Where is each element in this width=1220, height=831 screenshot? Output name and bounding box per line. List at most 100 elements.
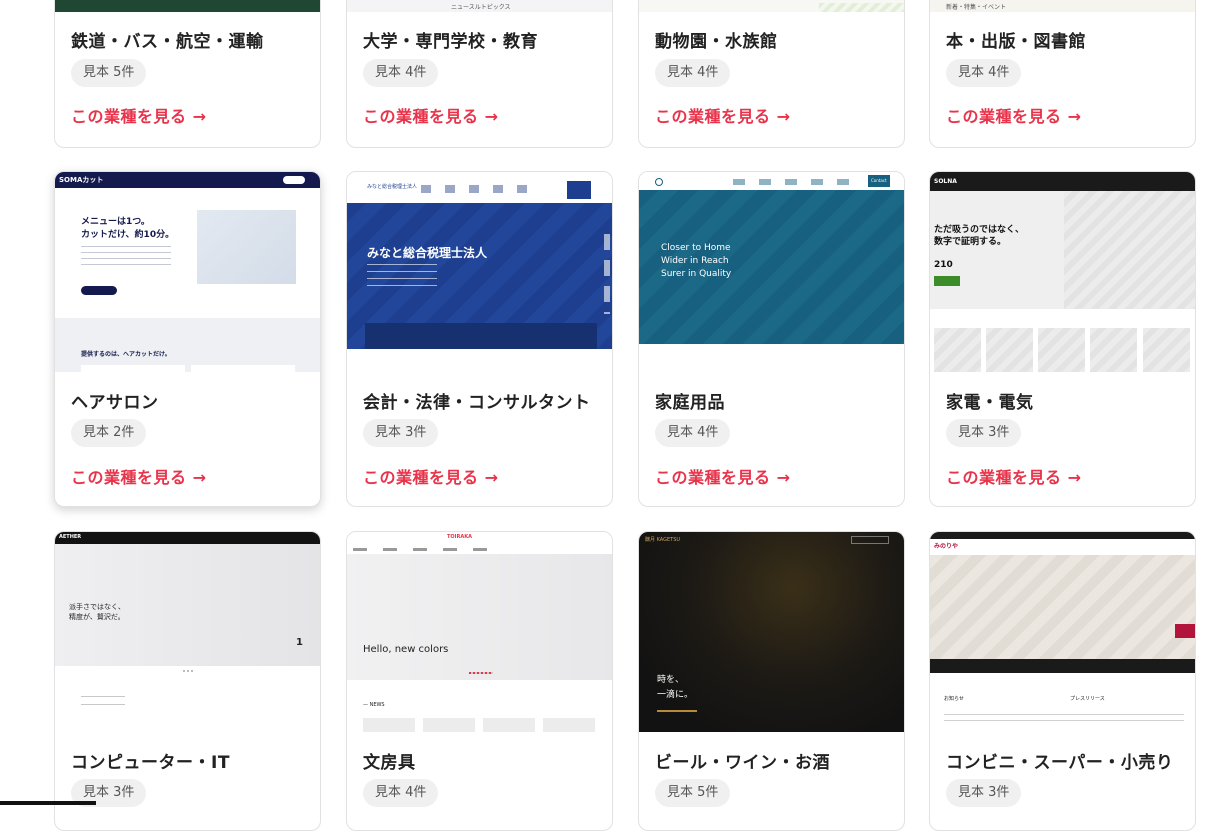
thumb-notice: お知らせ: [944, 696, 964, 702]
thumb-logo: SOMAカット: [59, 176, 104, 184]
thumb-nav-lines: [353, 548, 503, 551]
thumbnail-retail: みのりや お知らせ プレスリリース: [930, 532, 1195, 732]
thumb-headline: 精度が、贅沢だ。: [69, 613, 125, 621]
thumb-header-button: [567, 181, 591, 199]
thumb-list-lines: [944, 714, 1184, 726]
thumbnail-beer: 醸月 KAGETSU 時を、 一滴に。: [639, 532, 904, 732]
thumb-news: — NEWS: [363, 702, 385, 708]
thumb-logo: TOIRAKA: [447, 534, 472, 540]
thumb-stat: 1: [296, 637, 303, 648]
thumb-dots: [469, 672, 493, 674]
industry-card-it[interactable]: AETHER 派手さではなく、 精度が、贅沢だ。 1 コンピューター・IT 見本…: [54, 531, 321, 831]
scroll-indicator: [0, 801, 96, 805]
thumb-press: プレスリリース: [1070, 696, 1105, 702]
thumb-headline: 数字で証明する。: [934, 237, 1007, 247]
industry-card-stationery[interactable]: TOIRAKA Hello, new colors — NEWS 文房具 見本 …: [346, 531, 613, 831]
view-industry-link[interactable]: この業種を見る →: [655, 464, 790, 488]
thumb-dots: [183, 670, 195, 672]
thumb-card: [81, 365, 185, 372]
thumb-hero-image: [197, 210, 296, 284]
view-industry-link[interactable]: この業種を見る →: [655, 103, 790, 127]
thumb-product: [1143, 328, 1190, 372]
thumb-news-card: [363, 718, 415, 732]
industry-card-books[interactable]: 新着・特集・イベント 本・出版・図書館 見本 4件 この業種を見る →: [929, 0, 1196, 148]
industry-grid: 鉄道・バス・航空・運輸 見本 5件 この業種を見る → ニュースルトピックス 大…: [0, 0, 1220, 831]
thumb-hero: [930, 555, 1195, 659]
thumb-headline: メニューは1つ。: [81, 217, 150, 227]
thumb-headline: 時を、: [657, 675, 685, 685]
thumb-logo: SOLNA: [934, 178, 957, 185]
thumb-gold-rule: [657, 710, 697, 712]
card-title: 鉄道・バス・航空・運輸: [71, 32, 264, 52]
industry-card-household[interactable]: Contact Closer to Home Wider in Reach Su…: [638, 171, 905, 507]
thumb-cta: [934, 276, 960, 286]
card-title: 家庭用品: [655, 393, 725, 413]
view-industry-link[interactable]: この業種を見る →: [363, 103, 498, 127]
thumbnail-appliances: SOLNA ただ吸うのではなく、 数字で証明する。 210: [930, 172, 1195, 372]
thumb-product: [1038, 328, 1085, 372]
thumb-hero: [639, 190, 904, 344]
view-industry-link[interactable]: この業種を見る →: [71, 464, 206, 488]
sample-count-badge: 見本 4件: [363, 779, 439, 807]
view-industry-link[interactable]: この業種を見る →: [946, 464, 1081, 488]
industry-card-education[interactable]: ニュースルトピックス 大学・専門学校・教育 見本 4件 この業種を見る →: [346, 0, 613, 148]
thumb-card: [191, 365, 295, 372]
thumb-text: ニュースルトピックス: [451, 4, 511, 11]
thumb-feature-bar: [365, 323, 597, 349]
thumb-product: [986, 328, 1033, 372]
thumb-header: [930, 172, 1195, 191]
thumb-news-card: [483, 718, 535, 732]
thumbnail-hair-salon: SOMAカット メニューは1つ。 カットだけ、約10分。 提供するのは、ヘアカッ…: [55, 172, 320, 372]
thumbnail-stationery: TOIRAKA Hello, new colors — NEWS: [347, 532, 612, 732]
card-title: 本・出版・図書館: [946, 32, 1086, 52]
industry-card-beer[interactable]: 醸月 KAGETSU 時を、 一滴に。 ビール・ワイン・お酒 見本 5件: [638, 531, 905, 831]
thumb-hero-line: Wider in Reach: [661, 256, 729, 266]
thumb-hero-line: Surer in Quality: [661, 269, 732, 279]
thumb-banner: [930, 659, 1195, 673]
thumb-topbar: [930, 532, 1195, 539]
thumb-logo: みのりや: [934, 543, 959, 550]
industry-card-accounting[interactable]: みなと総合税理士法人 みなと総合税理士法人 会計・法律・コンサルタント 見本 3…: [346, 171, 613, 507]
thumb-stat: 210: [934, 260, 953, 270]
thumb-cta: [81, 286, 117, 295]
thumb-hero-lines: [367, 264, 437, 286]
thumb-header-button: [283, 176, 305, 184]
thumb-news-card: [543, 718, 595, 732]
thumb-nav-lines: [421, 185, 541, 193]
industry-card-transport[interactable]: 鉄道・バス・航空・運輸 見本 5件 この業種を見る →: [54, 0, 321, 148]
industry-card-retail[interactable]: みのりや お知らせ プレスリリース コンビニ・スーパー・小売り 見本 3件: [929, 531, 1196, 831]
thumb-product: [934, 328, 981, 372]
thumb-hero: [347, 554, 612, 680]
industry-card-zoo[interactable]: 動物園・水族館 見本 4件 この業種を見る →: [638, 0, 905, 148]
card-title: 会計・法律・コンサルタント: [363, 393, 591, 413]
industry-card-hair-salon[interactable]: SOMAカット メニューは1つ。 カットだけ、約10分。 提供するのは、ヘアカッ…: [54, 171, 321, 507]
thumb-product: [1090, 328, 1137, 372]
thumb-news-card: [423, 718, 475, 732]
thumbnail-transport: [55, 0, 320, 12]
industry-card-appliances[interactable]: SOLNA ただ吸うのではなく、 数字で証明する。 210 家電・電気 見本 3…: [929, 171, 1196, 507]
view-industry-link[interactable]: この業種を見る →: [71, 103, 206, 127]
card-title: 家電・電気: [946, 393, 1034, 413]
card-title: コンビニ・スーパー・小売り: [946, 753, 1174, 773]
thumbnail-zoo: [639, 0, 904, 12]
view-industry-link[interactable]: この業種を見る →: [946, 103, 1081, 127]
card-title: コンピューター・IT: [71, 753, 230, 773]
thumb-stripe-block: [819, 3, 904, 12]
thumb-section-title: 提供するのは、ヘアカットだけ。: [81, 351, 171, 358]
sample-count-badge: 見本 4件: [946, 59, 1022, 87]
thumbnail-it: AETHER 派手さではなく、 精度が、贅沢だ。 1: [55, 532, 320, 732]
thumb-text: 新着・特集・イベント: [946, 4, 1007, 11]
thumbnail-household: Contact Closer to Home Wider in Reach Su…: [639, 172, 904, 372]
thumb-side-links: [604, 234, 610, 314]
thumb-headline: カットだけ、約10分。: [81, 230, 175, 240]
thumb-hero-badge: [1175, 624, 1195, 638]
card-title: ビール・ワイン・お酒: [655, 753, 830, 773]
thumbnail-books: 新着・特集・イベント: [930, 0, 1195, 12]
view-industry-link[interactable]: この業種を見る →: [363, 464, 498, 488]
thumb-section: [55, 318, 320, 372]
card-title: 文房具: [363, 753, 416, 773]
thumb-header-button: [851, 536, 889, 544]
card-title: 大学・専門学校・教育: [363, 32, 538, 52]
thumb-header: [55, 532, 320, 544]
thumb-headline: 派手さではなく、: [69, 603, 125, 611]
